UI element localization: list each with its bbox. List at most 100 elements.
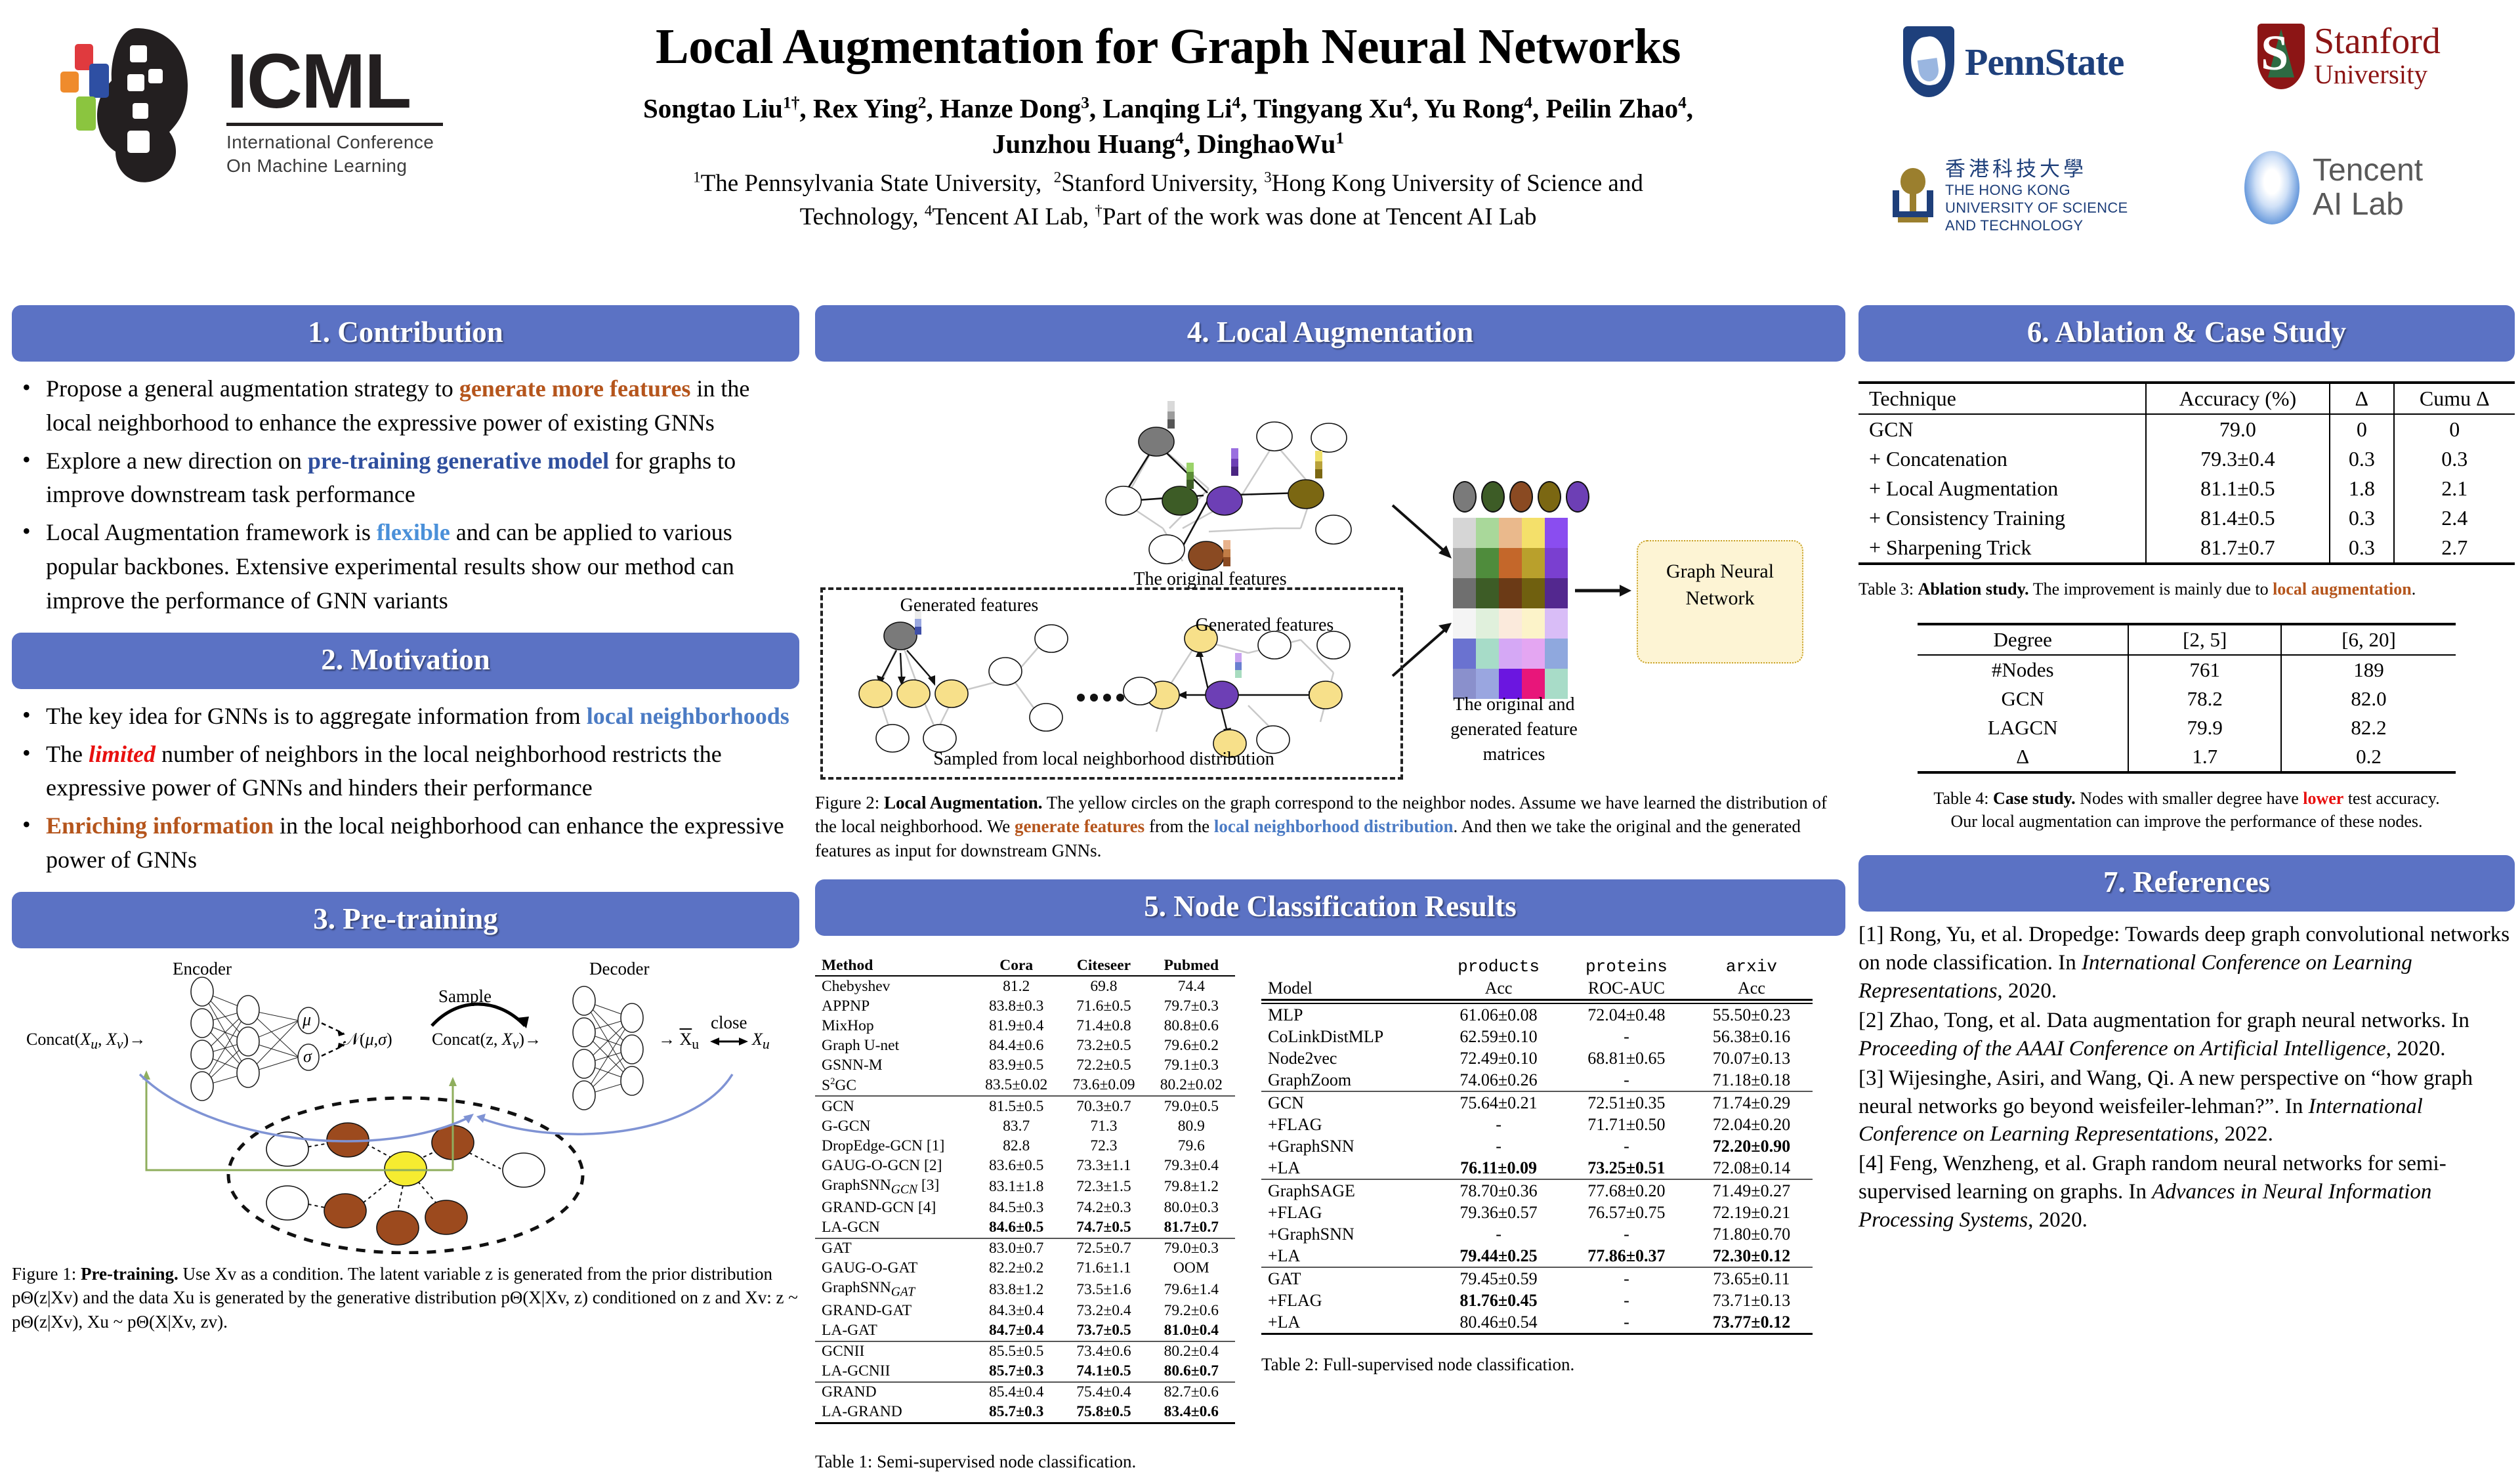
table-1-semi-supervised: Method Cora Citeseer Pubmed Chebyshev 81.… (815, 956, 1235, 1424)
list-item: Explore a new direction on pre-training … (12, 443, 799, 513)
table-row: Δ 1.7 0.2 (1918, 742, 2456, 774)
legend-node-purple (1566, 481, 1589, 513)
table-row: Graph U-net 84.4±0.6 73.2±0.5 79.6±0.2 (822, 1036, 1219, 1054)
section-heading-references: 7. References (1858, 855, 2515, 912)
figure-2-local-augmentation-diagram: Graph Neural Network The original featur… (815, 364, 1845, 780)
column-right: 6. Ablation & Case Study Technique Accur… (1858, 305, 2515, 1236)
highlight-flexible: flexible (376, 519, 450, 546)
hkust-emblem-icon (1890, 164, 1936, 228)
table-row: LA-GAT 84.7±0.4 73.7±0.5 81.0±0.4 (822, 1322, 1219, 1339)
table-row: Chebyshev 81.2 69.8 74.4 (822, 977, 1205, 995)
col-header-cumu-delta: Cumu Δ (2393, 381, 2515, 415)
col-header-rocauc: ROC-AUC (1587, 978, 1665, 998)
icml-tagline-1: International Conference (226, 132, 434, 152)
poster-root: ICML International Conference On Machine… (0, 0, 2520, 1471)
figure-2-caption-prefix: Figure 2: (815, 793, 884, 812)
column-left: 1. Contribution Propose a general augmen… (12, 305, 799, 1334)
table-row: + Concatenation 79.3±0.4 0.3 0.3 (1858, 444, 2515, 474)
gnn-label-line1: Graph Neural (1666, 560, 1774, 582)
figure-1-caption-bold: Pre-training. (81, 1263, 178, 1284)
figure-2-caption-part2: from the (1144, 816, 1214, 837)
table-row: +GraphSNN - -71.80±0.70 (1268, 1224, 1791, 1244)
icml-logo: ICML International Conference On Machine… (39, 16, 453, 207)
close-label: close (711, 1012, 747, 1032)
table-4-caption-prefix: Table 4: (1933, 789, 1993, 808)
section-heading-local-augmentation: 4. Local Augmentation (815, 305, 1845, 362)
decoder-output-label: → Xu (658, 1029, 700, 1053)
encoder-label: Encoder (173, 958, 232, 978)
stanford-s-letter: S (2261, 25, 2289, 81)
tencent-logo: Tencent AI Lab (2244, 151, 2423, 224)
tencent-wordmark-2: AI Lab (2313, 187, 2404, 222)
col-header-technique: Technique (1858, 381, 2146, 415)
title-block: Local Augmentation for Graph Neural Netw… (472, 7, 1864, 234)
hkust-english-3: AND TECHNOLOGY (1945, 217, 2084, 234)
col-header-degree-6-20: [6, 20] (2280, 623, 2456, 656)
table-2-container: products proteins arxiv Model Acc ROC-AU… (1261, 956, 1839, 1471)
institution-logos: PennState S Stanford University 香港科技大學 T… (1890, 10, 2507, 285)
column-middle: 4. Local Augmentation Graph Neural Netwo… (815, 305, 1845, 1472)
gnn-box: Graph Neural Network (1637, 540, 1803, 663)
table-row: #Nodes 761 189 (1918, 655, 2456, 684)
table-row: MLP 61.06±0.08 72.04±0.48 55.50±0.23 (1268, 1005, 1791, 1024)
table-row: GRAND-GAT 84.3±0.4 73.2±0.4 79.2±0.6 (822, 1302, 1219, 1320)
table-row: DropEdge-GCN [1] 82.8 72.3 79.6 (822, 1137, 1205, 1154)
table-row: GraphSNNGCN [3] 83.1±1.8 72.3±1.5 79.8±1.2 (815, 1175, 1235, 1198)
table-row: GRAND 85.4±0.4 75.4±0.4 82.7±0.6 (815, 1381, 1235, 1402)
table-4-case-study: Degree [2, 5] [6, 20] #Nodes 761 189 GCN 78… (1918, 623, 2456, 774)
table-row: GCN 81.5±0.5 70.3±0.7 79.0±0.5 (815, 1095, 1235, 1117)
col-header-model: Model (1268, 978, 1312, 998)
col-header-proteins: proteins (1586, 956, 1668, 977)
pennstate-shield-icon (1903, 26, 1954, 97)
table-row: LA-GCNII 85.7±0.3 74.1±0.5 80.6±0.7 (822, 1362, 1219, 1380)
hkust-chinese-name: 香港科技大學 (1945, 158, 2087, 180)
col-header-cora: Cora (999, 956, 1034, 974)
affiliation-list: 1The Pennsylvania State University, 2Sta… (693, 169, 1643, 231)
table-row: LA-GRAND 85.7±0.3 75.8±0.5 83.4±0.6 (815, 1402, 1235, 1424)
col-header-pubmed: Pubmed (1164, 956, 1219, 974)
table-row: GAUG-O-GAT 82.2±0.2 71.6±1.1 OOM (822, 1259, 1209, 1277)
references-list: [1] Rong, Yu, et al. Dropedge: Towards d… (1858, 921, 2515, 1234)
table-3-caption: Table 3: Ablation study. The improvement… (1858, 579, 2515, 599)
figure-1-caption-prefix: Figure 1: (12, 1263, 81, 1284)
figure-1-pretraining-diagram: Encoder Decoder Sample Concat(Xu, Xv)→ μ… (12, 952, 799, 1254)
table-row: MixHop 81.9±0.4 71.4±0.8 80.8±0.6 (822, 1017, 1219, 1034)
feature-matrices-line2: generated feature (1450, 719, 1578, 740)
section-heading-motivation: 2. Motivation (12, 632, 799, 689)
table-row: LAGCN 79.9 82.2 (1918, 713, 2456, 742)
table-header-row-top: products proteins arxiv (1261, 956, 1813, 977)
figure-2-caption-bold: Local Augmentation. (884, 793, 1043, 812)
table-3-caption-prefix: Table 3: (1858, 579, 1918, 599)
figure-1-caption: Figure 1: Pre-training. Use Xv as a cond… (12, 1262, 799, 1334)
table-header-row-bottom: Model Acc ROC-AUC Acc (1261, 977, 1813, 1000)
stanford-wordmark-2: University (2314, 59, 2428, 89)
author-list: Songtao Liu1†, Rex Ying2, Hanze Dong3, L… (642, 93, 1694, 159)
list-item: Local Augmentation framework is flexible… (12, 515, 799, 618)
section-heading-contribution: 1. Contribution (12, 305, 799, 362)
table-row: S2GC 83.5±0.02 73.6±0.09 80.2±0.02 (815, 1075, 1235, 1096)
list-item: Enriching information in the local neigh… (12, 808, 799, 877)
table-2-caption: Table 2: Full-supervised node classifica… (1261, 1355, 1575, 1375)
table-row: GraphZoom 74.06±0.26-71.18±0.18 (1268, 1070, 1791, 1089)
col-header-method: Method (822, 956, 873, 974)
table-row: +LA 79.44±0.25 77.86±0.37 72.30±0.12 (1268, 1246, 1791, 1265)
table-row: GRAND-GCN [4] 84.5±0.3 74.2±0.3 80.0±0.3 (822, 1199, 1219, 1217)
list-item: [1] Rong, Yu, et al. Dropedge: Towards d… (1858, 921, 2515, 1005)
table-4-caption-line2: Our local augmentation can improve the p… (1950, 812, 2423, 831)
reference-3-year: , 2022. (2214, 1122, 2273, 1146)
col-header-accuracy: Accuracy (%) (2145, 381, 2330, 415)
list-item: Propose a general augmentation strategy … (12, 371, 799, 440)
sigma-label: σ (303, 1046, 312, 1066)
list-item: The key idea for GNNs is to aggregate in… (12, 698, 799, 734)
page-title: Local Augmentation for Graph Neural Netw… (656, 19, 1681, 74)
generated-features-label-left: Generated features (900, 595, 1039, 616)
col-header-arxiv: arxiv (1725, 956, 1777, 977)
feature-matrix (1453, 518, 1568, 699)
legend-node-green (1481, 481, 1505, 513)
sample-label: Sample (438, 986, 492, 1006)
table-4-caption-end: test accuracy. (2343, 789, 2440, 808)
highlight-limited: limited (88, 740, 156, 767)
cell-graphsnn-gat: GraphSNNGAT (822, 1279, 915, 1300)
decoder-label: Decoder (589, 958, 650, 978)
table-row: CoLinkDistMLP 62.59±0.10-56.38±0.16 (1268, 1026, 1791, 1046)
